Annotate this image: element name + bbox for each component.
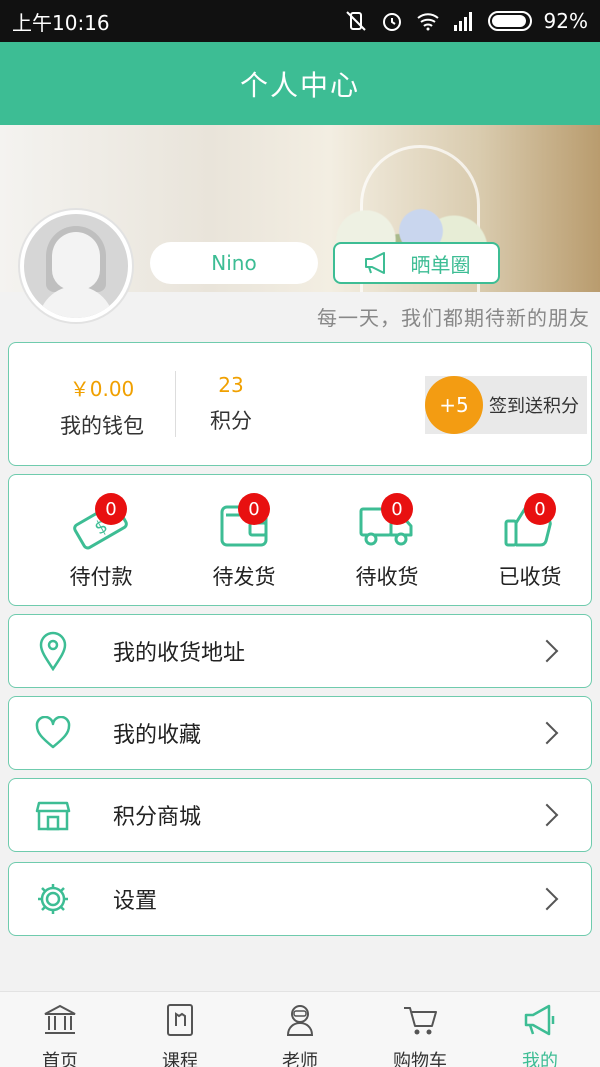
share-circle-button[interactable]: 晒单圈 (333, 242, 500, 284)
chevron-right-icon (535, 639, 559, 663)
nav-teachers[interactable]: 老师 (240, 992, 360, 1067)
menu-settings[interactable]: 设置 (8, 862, 592, 936)
points[interactable]: 23 积分 (201, 373, 261, 435)
order-pending-receipt[interactable]: 0 待收货 (327, 493, 447, 591)
wallet-card: ￥0.00 我的钱包 23 积分 +5 签到送积分 (8, 342, 592, 466)
share-circle-label: 晒单圈 (410, 252, 471, 277)
megaphone-icon (524, 1004, 555, 1036)
order-pending-payment[interactable]: $ 0 待付款 (41, 493, 161, 591)
wallet-balance-value: ￥0.00 (69, 377, 135, 401)
username[interactable]: Nino (150, 242, 318, 284)
status-icons: 92% (344, 9, 588, 33)
signin-bonus-badge: +5 (425, 376, 483, 434)
menu-label: 积分商城 (113, 805, 202, 830)
menu-points-mall[interactable]: 积分商城 (8, 778, 592, 852)
order-pending-shipment[interactable]: 0 待发货 (184, 493, 304, 591)
nav-label: 首页 (42, 1051, 78, 1067)
wallet-balance[interactable]: ￥0.00 我的钱包 (47, 373, 157, 440)
order-received[interactable]: 0 已收货 (470, 493, 590, 591)
chevron-right-icon (535, 803, 559, 827)
username-text: Nino (211, 251, 257, 275)
nav-label: 课程 (162, 1051, 198, 1067)
location-icon (39, 631, 67, 671)
book-icon (167, 1004, 193, 1036)
avatar-body (38, 286, 114, 318)
megaphone-icon (364, 252, 385, 274)
signin-label: 签到送积分 (489, 396, 579, 417)
nav-home[interactable]: 首页 (0, 992, 120, 1067)
vibrate-off-icon (345, 11, 366, 31)
signin-button[interactable]: +5 签到送积分 (425, 376, 587, 434)
avatar-face (52, 232, 100, 290)
teacher-icon (286, 1005, 314, 1036)
divider (175, 371, 176, 437)
nav-label: 购物车 (393, 1051, 447, 1067)
order-label: 待收货 (355, 565, 419, 589)
bottom-nav: 首页 课程 老师 购物车 我的 (0, 991, 600, 1067)
heart-icon (35, 716, 71, 749)
cart-icon (404, 1007, 437, 1035)
page-title: 个人中心 (239, 68, 360, 102)
battery-percent: 92% (543, 9, 588, 33)
wallet-balance-label: 我的钱包 (60, 414, 144, 438)
menu-label: 设置 (113, 889, 158, 914)
order-count-badge: 0 (95, 493, 127, 525)
menu-favorites[interactable]: 我的收藏 (8, 696, 592, 770)
order-count-badge: 0 (238, 493, 270, 525)
order-label: 待付款 (69, 565, 133, 589)
battery-icon (487, 11, 532, 31)
points-label: 积分 (210, 409, 252, 433)
store-icon (35, 801, 71, 831)
menu-label: 我的收货地址 (113, 641, 246, 666)
menu-shipping-address[interactable]: 我的收货地址 (8, 614, 592, 688)
points-value: 23 (218, 373, 244, 397)
chevron-right-icon (535, 887, 559, 911)
status-bar: 上午10:16 92% (0, 0, 600, 42)
signal-icon (453, 12, 472, 31)
nav-cart[interactable]: 购物车 (360, 992, 480, 1067)
slogan: 每一天，我们都期待新的朋友 (317, 306, 590, 330)
order-label: 待发货 (212, 565, 276, 589)
order-count-badge: 0 (524, 493, 556, 525)
wifi-icon (416, 13, 439, 31)
page-header: 个人中心 (0, 42, 600, 125)
nav-courses[interactable]: 课程 (120, 992, 240, 1067)
order-count-badge: 0 (381, 493, 413, 525)
orders-card: $ 0 待付款 0 待发货 0 待收货 0 已收货 (8, 474, 592, 606)
chevron-right-icon (535, 721, 559, 745)
menu-label: 我的收藏 (113, 723, 202, 748)
gear-icon (38, 884, 68, 914)
alarm-icon (382, 13, 401, 31)
avatar[interactable] (20, 210, 132, 322)
nav-label: 老师 (282, 1051, 318, 1067)
nav-label: 我的 (522, 1051, 558, 1067)
nav-mine[interactable]: 我的 (480, 992, 600, 1067)
status-time: 上午10:16 (12, 10, 110, 35)
order-label: 已收货 (498, 565, 562, 589)
bank-icon (44, 1004, 76, 1034)
